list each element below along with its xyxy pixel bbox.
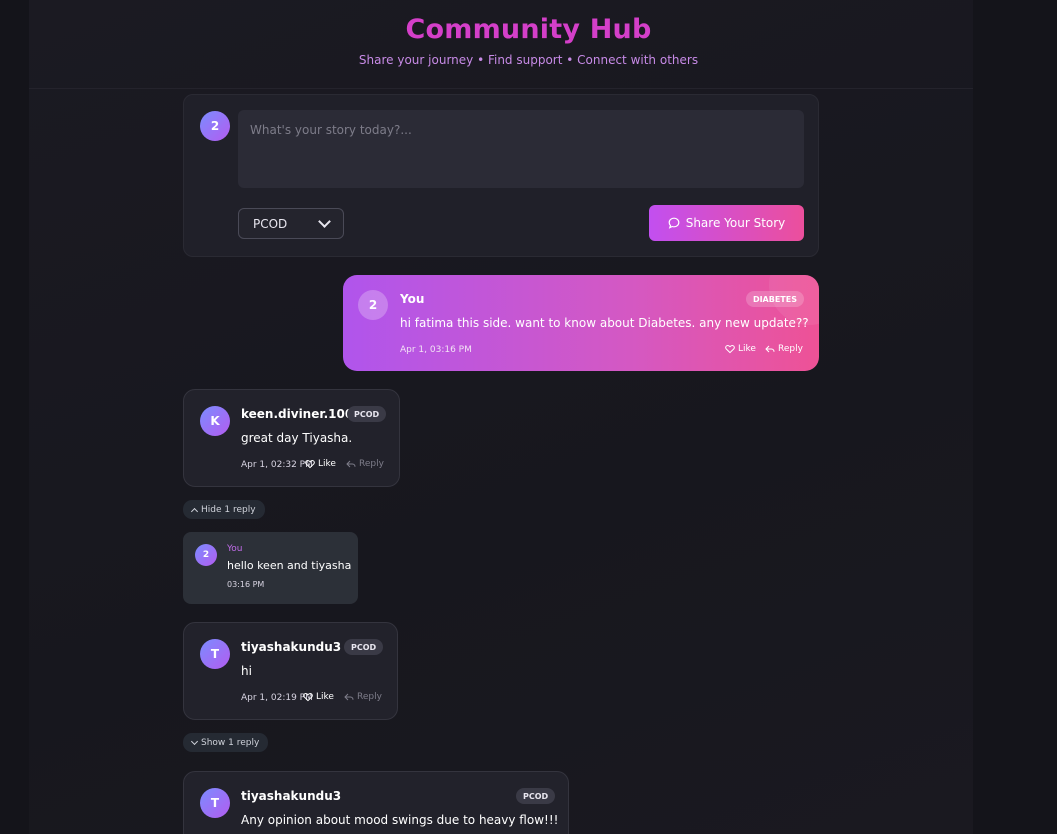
- category-select-value: PCOD: [253, 216, 288, 231]
- page-subtitle: Share your journey • Find support • Conn…: [358, 53, 699, 67]
- avatar: 2: [200, 111, 230, 141]
- post-card: K keen.diviner.1005 PCOD great day Tiyas…: [183, 389, 400, 487]
- reply-label: Reply: [778, 344, 803, 354]
- category-badge: DIABETES: [745, 291, 804, 307]
- avatar: K: [200, 406, 230, 436]
- reply-button[interactable]: Reply: [344, 692, 382, 702]
- post-author: tiyashakundu3: [241, 640, 342, 654]
- post-message: great day Tiyasha.: [241, 431, 353, 445]
- like-button[interactable]: Like: [725, 344, 756, 354]
- post-card: T tiyashakundu3 PCOD Any opinion about m…: [183, 771, 569, 834]
- story-composer: 2 PCOD Share Your Story: [183, 94, 819, 257]
- reply-card: 2 You hello keen and tiyasha 03:16 PM: [183, 532, 358, 604]
- post-author: You: [400, 292, 425, 306]
- reply-label: Reply: [359, 459, 384, 469]
- chat-bubble-icon: [668, 217, 680, 229]
- story-input[interactable]: [238, 110, 804, 188]
- post-card: T tiyashakundu3 PCOD hi Apr 1, 02:19 PM …: [183, 622, 398, 720]
- heart-icon: [305, 460, 315, 469]
- share-story-label: Share Your Story: [685, 216, 786, 230]
- reply-button[interactable]: Reply: [765, 344, 803, 354]
- chevron-up-icon: [190, 507, 199, 515]
- post-message: hi: [241, 664, 252, 678]
- category-badge: PCOD: [516, 788, 556, 804]
- like-button[interactable]: Like: [305, 459, 336, 469]
- page-title: Community Hub: [405, 14, 652, 45]
- reply-button[interactable]: Reply: [346, 459, 384, 469]
- heart-icon: [725, 345, 735, 354]
- post-card: 2 You DIABETES hi fatima this side. want…: [343, 275, 819, 371]
- like-label: Like: [738, 344, 756, 354]
- reply-author: You: [227, 544, 243, 554]
- reply-icon: [346, 460, 356, 468]
- show-replies-button[interactable]: Show 1 reply: [183, 733, 269, 752]
- reply-icon: [765, 345, 775, 353]
- chevron-down-icon: [318, 215, 331, 228]
- category-badge: PCOD: [344, 639, 384, 655]
- reply-time: 03:16 PM: [227, 580, 265, 589]
- avatar: 2: [358, 290, 388, 320]
- category-badge: PCOD: [347, 406, 387, 422]
- post-message: Any opinion about mood swings due to hea…: [241, 813, 559, 827]
- chevron-down-icon: [190, 737, 199, 745]
- avatar: T: [200, 639, 230, 669]
- like-label: Like: [318, 459, 336, 469]
- reply-icon: [344, 693, 354, 701]
- avatar: 2: [195, 544, 217, 566]
- post-time: Apr 1, 02:32 PM: [241, 460, 313, 470]
- post-author: keen.diviner.1005: [241, 407, 362, 421]
- toggle-label: Show 1 reply: [201, 737, 260, 748]
- share-story-button[interactable]: Share Your Story: [649, 205, 804, 241]
- reply-label: Reply: [357, 692, 382, 702]
- hide-replies-button[interactable]: Hide 1 reply: [183, 500, 265, 519]
- post-time: Apr 1, 03:16 PM: [400, 345, 472, 355]
- like-button[interactable]: Like: [303, 692, 334, 702]
- post-author: tiyashakundu3: [241, 789, 342, 803]
- heart-icon: [303, 693, 313, 702]
- category-select[interactable]: PCOD: [238, 208, 344, 239]
- like-label: Like: [316, 692, 334, 702]
- toggle-label: Hide 1 reply: [201, 504, 256, 515]
- reply-message: hello keen and tiyasha: [227, 559, 352, 572]
- post-message: hi fatima this side. want to know about …: [400, 316, 809, 330]
- avatar: T: [200, 788, 230, 818]
- header-divider: [29, 88, 973, 89]
